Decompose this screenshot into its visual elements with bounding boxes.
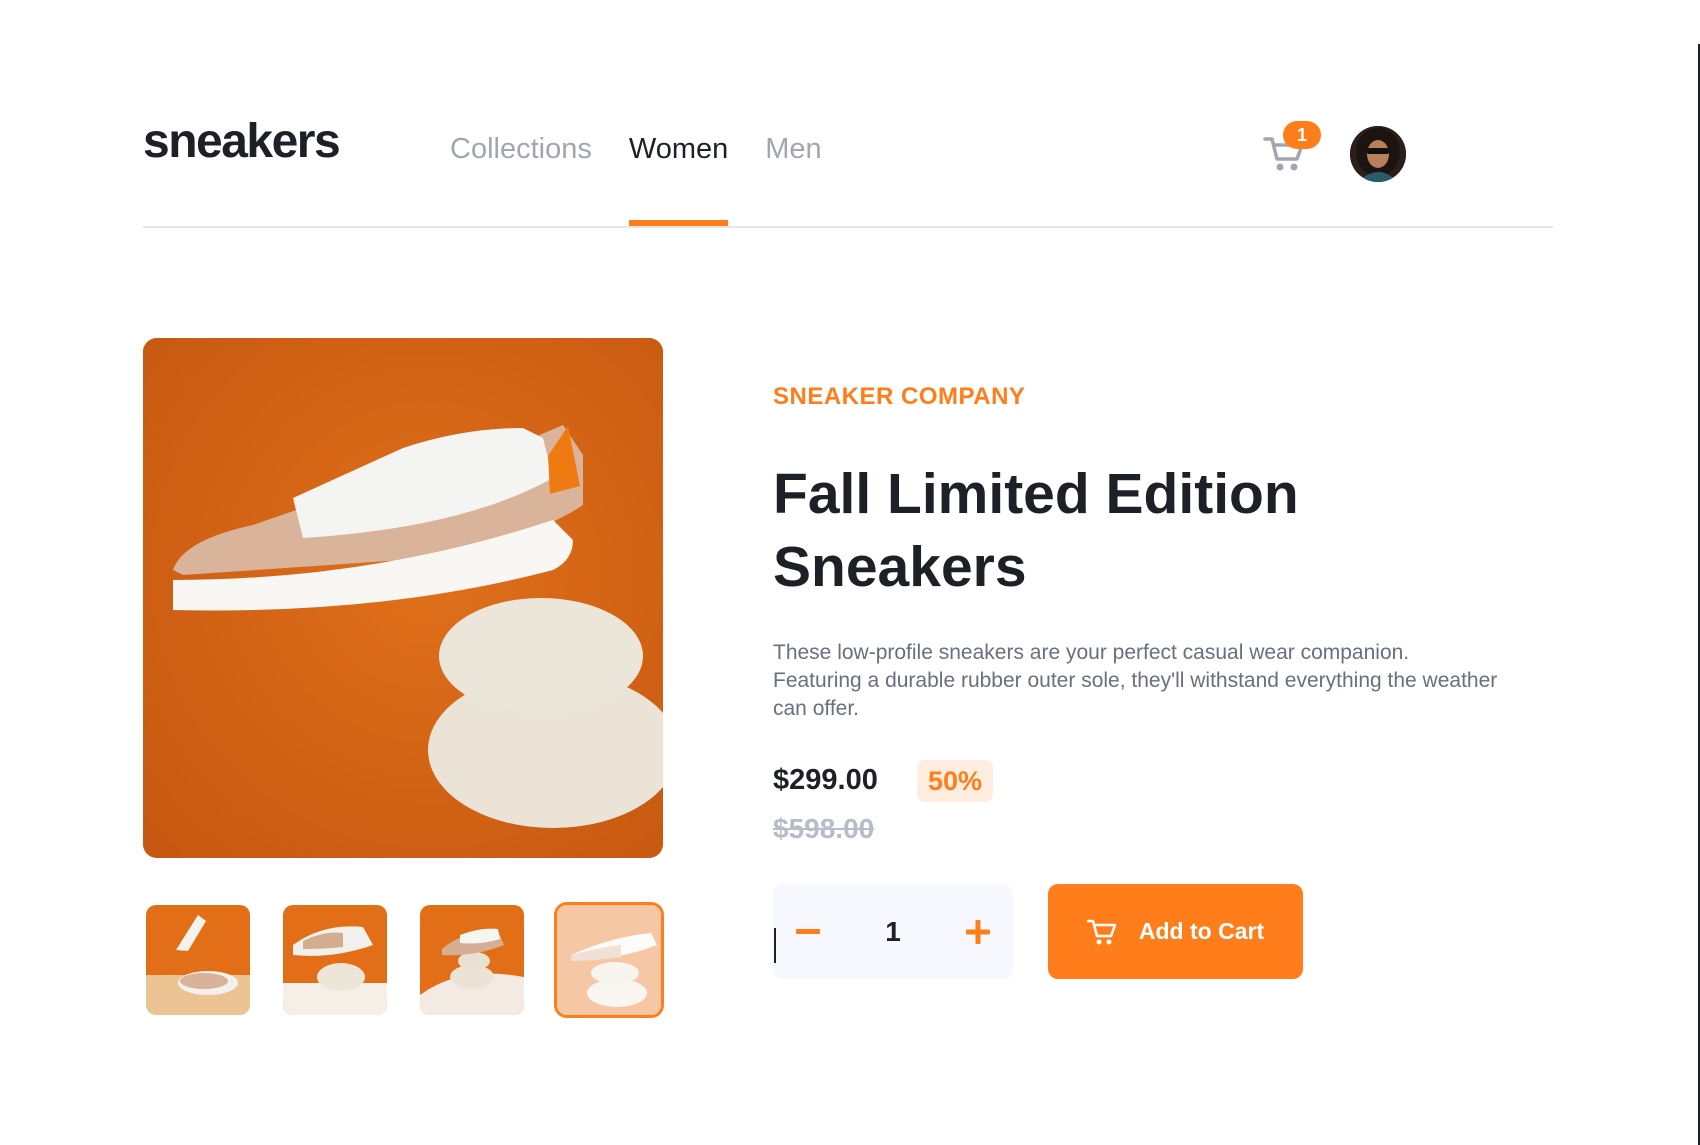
current-price: $299.00 <box>773 764 878 796</box>
product-main-image[interactable] <box>143 338 663 858</box>
product-description: These low-profile sneakers are your perf… <box>773 641 1498 720</box>
header-divider <box>143 226 1553 228</box>
add-to-cart-label: Add to Cart <box>1138 918 1265 944</box>
cart-icon <box>1086 919 1117 944</box>
nav-item-women[interactable]: Women <box>628 131 729 226</box>
cart-count-badge: 1 <box>1283 121 1321 149</box>
thumbnail-2[interactable] <box>283 905 387 1015</box>
product-title: Fall Limited Edition Sneakers <box>773 458 1373 604</box>
site-header: sneakers Collections Women Men <box>143 0 1553 229</box>
thumbnail-4[interactable] <box>554 902 664 1018</box>
increase-quantity-button[interactable] <box>943 884 1013 979</box>
product-title-line1: Fall Limited Edition <box>773 462 1299 526</box>
logo[interactable]: sneakers <box>143 118 341 166</box>
plus-icon <box>966 919 990 944</box>
company-name: SNEAKER COMPANY <box>773 383 1026 410</box>
thumbnail-3[interactable] <box>420 905 524 1015</box>
add-to-cart-button[interactable]: Add to Cart <box>1048 884 1303 979</box>
product-title-line2: Sneakers <box>773 535 1027 599</box>
text-cursor <box>774 928 776 963</box>
thumbnail-1[interactable] <box>146 905 250 1015</box>
original-price: $598.00 <box>773 813 875 844</box>
main-nav: Collections Women Men <box>450 131 859 226</box>
quantity-value[interactable]: 1 <box>843 884 943 979</box>
nav-item-men[interactable]: Men <box>765 131 821 167</box>
quantity-stepper: 1 <box>773 884 1013 979</box>
minus-icon <box>796 928 820 934</box>
user-avatar[interactable] <box>1350 126 1406 182</box>
decrease-quantity-button[interactable] <box>773 884 843 979</box>
nav-item-collections[interactable]: Collections <box>450 131 592 167</box>
discount-badge: 50% <box>917 760 993 802</box>
selected-thumbnail-overlay <box>557 905 661 1015</box>
